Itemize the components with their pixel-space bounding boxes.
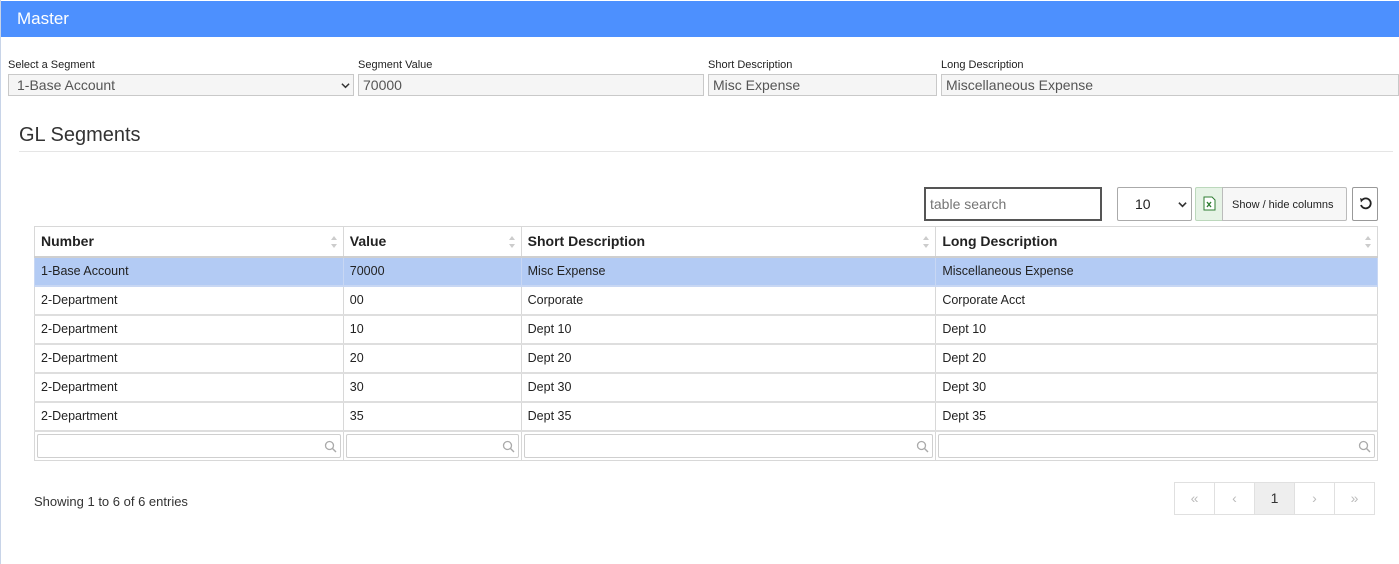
show-hide-columns-button[interactable]: Show / hide columns bbox=[1222, 187, 1347, 221]
column-header-value[interactable]: Value bbox=[342, 226, 522, 258]
filter-input-value[interactable] bbox=[345, 433, 519, 458]
segment-label: Select a Segment bbox=[8, 59, 95, 71]
column-header-label: Long Description bbox=[942, 233, 1058, 250]
table-cell: Dept 20 bbox=[935, 343, 1378, 374]
filter-cell bbox=[520, 430, 937, 461]
sort-icon bbox=[330, 236, 337, 248]
table-cell: Dept 35 bbox=[520, 401, 937, 432]
long-description-field: Long Description Miscellaneous Expense bbox=[941, 58, 1399, 96]
filter-input-short-description[interactable] bbox=[523, 433, 934, 458]
column-filter-row bbox=[34, 430, 1378, 461]
pager-page-button[interactable]: 1 bbox=[1254, 482, 1295, 515]
table-header-row: Number Value Short Description Long Desc… bbox=[34, 226, 1378, 258]
short-description-field: Short Description Misc Expense bbox=[708, 58, 937, 96]
pager-last-button[interactable]: » bbox=[1334, 482, 1375, 515]
segment-value-label: Segment Value bbox=[358, 59, 433, 71]
table-cell: 20 bbox=[342, 343, 522, 374]
table-info: Showing 1 to 6 of 6 entries bbox=[34, 494, 188, 509]
table-row[interactable]: 2-Department 30 Dept 30 Dept 30 bbox=[34, 372, 1378, 403]
table-search-input[interactable] bbox=[924, 187, 1102, 221]
segment-field: Select a Segment 1-Base Account bbox=[8, 58, 354, 96]
long-description-input[interactable]: Miscellaneous Expense bbox=[941, 74, 1399, 96]
table-cell: 2-Department bbox=[34, 372, 344, 403]
column-header-short-description[interactable]: Short Description bbox=[520, 226, 937, 258]
search-icon bbox=[502, 440, 515, 453]
pager-next-button[interactable]: › bbox=[1294, 482, 1335, 515]
search-icon bbox=[917, 440, 929, 453]
table-row[interactable]: 2-Department 20 Dept 20 Dept 20 bbox=[34, 343, 1378, 374]
page-length-select[interactable]: 10 bbox=[1117, 187, 1192, 221]
pager-first-button[interactable]: « bbox=[1174, 482, 1215, 515]
show-hide-columns-label: Show / hide columns bbox=[1232, 199, 1334, 211]
table-cell: 2-Department bbox=[34, 285, 344, 316]
short-description-input[interactable]: Misc Expense bbox=[708, 74, 937, 96]
table-row[interactable]: 1-Base Account 70000 Misc Expense Miscel… bbox=[34, 256, 1378, 287]
gl-segments-table: Number Value Short Description Long Desc… bbox=[34, 226, 1378, 461]
table-cell: 35 bbox=[342, 401, 522, 432]
filter-input-number[interactable] bbox=[37, 433, 341, 458]
excel-export-button[interactable] bbox=[1195, 187, 1223, 221]
table-cell: 1-Base Account bbox=[34, 256, 344, 287]
table-cell: 2-Department bbox=[34, 343, 344, 374]
header-title: Master bbox=[17, 9, 69, 28]
table-cell: Dept 10 bbox=[520, 314, 937, 345]
table-cell: Dept 10 bbox=[935, 314, 1378, 345]
section-title: GL Segments bbox=[19, 124, 141, 146]
chevron-down-icon bbox=[1178, 202, 1187, 208]
table-cell: Miscellaneous Expense bbox=[935, 256, 1378, 287]
table-cell: 70000 bbox=[342, 256, 522, 287]
column-header-label: Short Description bbox=[527, 233, 646, 250]
sort-icon bbox=[1365, 236, 1371, 248]
table-cell: Misc Expense bbox=[520, 256, 937, 287]
table-cell: Dept 30 bbox=[935, 372, 1378, 403]
filter-cell bbox=[342, 430, 522, 461]
table-cell: Dept 30 bbox=[520, 372, 937, 403]
short-description-label: Short Description bbox=[708, 59, 793, 71]
refresh-icon bbox=[1360, 197, 1372, 210]
filter-cell bbox=[935, 430, 1378, 461]
table-cell: Corporate bbox=[520, 285, 937, 316]
column-header-long-description[interactable]: Long Description bbox=[935, 226, 1378, 258]
page-header: Master bbox=[1, 1, 1399, 37]
column-header-number[interactable]: Number bbox=[34, 226, 344, 258]
table-cell: Dept 20 bbox=[520, 343, 937, 374]
page-left-border bbox=[0, 0, 1, 564]
long-description-label: Long Description bbox=[941, 59, 1024, 71]
search-icon bbox=[324, 440, 337, 453]
column-header-label: Number bbox=[41, 233, 94, 250]
table-cell: 2-Department bbox=[34, 314, 344, 345]
segment-value-input[interactable]: 70000 bbox=[358, 74, 704, 96]
table-cell: 10 bbox=[342, 314, 522, 345]
sort-icon bbox=[923, 236, 930, 248]
section-divider bbox=[19, 151, 1393, 152]
segment-select-value: 1-Base Account bbox=[17, 77, 116, 93]
segment-value-text: 70000 bbox=[363, 77, 402, 93]
column-header-label: Value bbox=[349, 233, 387, 250]
table-cell: Dept 35 bbox=[935, 401, 1378, 432]
table-cell: 2-Department bbox=[34, 401, 344, 432]
filter-input-long-description[interactable] bbox=[938, 433, 1375, 458]
page-length-value: 10 bbox=[1135, 196, 1151, 212]
pagination: « ‹ 1 › » bbox=[1174, 482, 1375, 515]
table-cell: 00 bbox=[342, 285, 522, 316]
excel-icon bbox=[1203, 196, 1216, 211]
table-row[interactable]: 2-Department 10 Dept 10 Dept 10 bbox=[34, 314, 1378, 345]
chevron-down-icon bbox=[341, 83, 350, 89]
table-cell: Corporate Acct bbox=[935, 285, 1378, 316]
segment-select[interactable]: 1-Base Account bbox=[8, 74, 354, 96]
long-description-text: Miscellaneous Expense bbox=[946, 77, 1094, 93]
short-description-text: Misc Expense bbox=[713, 77, 801, 93]
pager-prev-button[interactable]: ‹ bbox=[1214, 482, 1255, 515]
table-row[interactable]: 2-Department 35 Dept 35 Dept 35 bbox=[34, 401, 1378, 432]
table-row[interactable]: 2-Department 00 Corporate Corporate Acct bbox=[34, 285, 1378, 316]
reset-button[interactable] bbox=[1352, 187, 1378, 221]
segment-value-field: Segment Value 70000 bbox=[358, 58, 704, 96]
filter-cell bbox=[34, 430, 344, 461]
search-icon bbox=[1358, 440, 1371, 453]
table-cell: 30 bbox=[342, 372, 522, 403]
sort-icon bbox=[508, 236, 515, 248]
